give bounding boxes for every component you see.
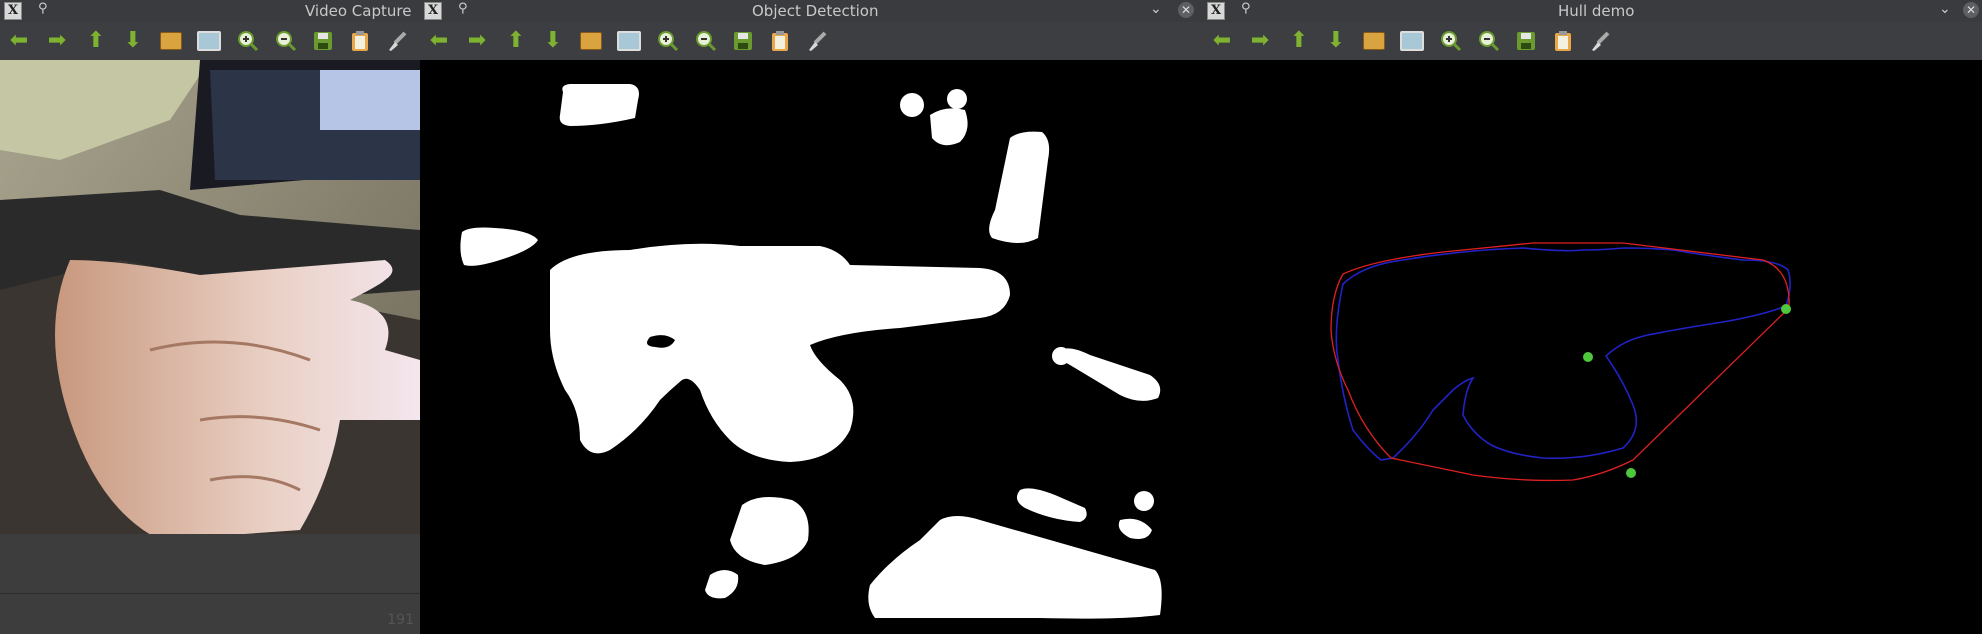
defect-point <box>1626 468 1636 478</box>
save-icon[interactable] <box>1513 29 1539 53</box>
zoom-original-icon[interactable] <box>1361 29 1387 53</box>
hull-demo-toolbar: ⬅ ➡ ⬆ ⬇ <box>1203 22 1982 61</box>
pan-down-icon[interactable]: ⬇ <box>1323 29 1349 53</box>
pin-icon[interactable]: ⚲ <box>1241 1 1251 16</box>
x-app-icon[interactable]: X <box>424 2 442 20</box>
hull-demo-window: X ⚲ Hull demo ⌄ ✕ ⬅ ➡ ⬆ ⬇ <box>1203 0 1982 634</box>
defect-point <box>1781 304 1791 314</box>
zoom-fit-icon[interactable] <box>1399 29 1425 53</box>
chevron-down-icon[interactable]: ⌄ <box>1150 1 1162 17</box>
zoom-original-icon[interactable] <box>578 29 604 53</box>
properties-brush-icon[interactable] <box>804 29 830 53</box>
pan-left-icon[interactable]: ⬅ <box>426 29 452 53</box>
window-title: Hull demo <box>1558 2 1635 20</box>
zoom-in-icon[interactable] <box>655 29 681 53</box>
video-capture-window: X ⚲ Video Capture ⬅ ➡ ⬆ ⬇ 191 <box>0 0 420 634</box>
copy-to-clipboard-icon[interactable] <box>347 29 373 53</box>
window-title: Object Detection <box>752 2 879 20</box>
hull-demo-titlebar: X ⚲ Hull demo ⌄ ✕ <box>1203 0 1982 22</box>
close-icon[interactable]: ✕ <box>1178 2 1194 18</box>
pan-down-icon[interactable]: ⬇ <box>540 29 566 53</box>
x-app-icon[interactable]: X <box>1207 2 1225 20</box>
pin-icon[interactable]: ⚲ <box>458 1 468 16</box>
pin-icon[interactable]: ⚲ <box>38 1 48 16</box>
chevron-down-icon[interactable]: ⌄ <box>1939 1 1951 17</box>
pan-up-icon[interactable]: ⬆ <box>83 29 109 53</box>
pixel-value-readout: 191 <box>387 612 414 628</box>
video-statusbar: 191 <box>0 593 420 634</box>
binary-mask-image[interactable] <box>420 60 1203 634</box>
close-icon[interactable]: ✕ <box>1963 2 1979 18</box>
zoom-in-icon[interactable] <box>235 29 261 53</box>
zoom-original-icon[interactable] <box>158 29 184 53</box>
pan-down-icon[interactable]: ⬇ <box>120 29 146 53</box>
pan-up-icon[interactable]: ⬆ <box>503 29 529 53</box>
properties-brush-icon[interactable] <box>1587 29 1613 53</box>
object-detection-window: X ⚲ Object Detection ⌄ ✕ ⬅ ➡ ⬆ ⬇ <box>420 0 1203 634</box>
window-title: Video Capture <box>305 2 412 20</box>
pan-up-icon[interactable]: ⬆ <box>1286 29 1312 53</box>
copy-to-clipboard-icon[interactable] <box>1550 29 1576 53</box>
pan-left-icon[interactable]: ⬅ <box>6 29 32 53</box>
pan-right-icon[interactable]: ➡ <box>44 29 70 53</box>
video-capture-toolbar: ⬅ ➡ ⬆ ⬇ <box>0 22 420 61</box>
video-frame[interactable] <box>0 60 420 594</box>
video-capture-titlebar: X ⚲ Video Capture <box>0 0 420 22</box>
zoom-in-icon[interactable] <box>1438 29 1464 53</box>
properties-brush-icon[interactable] <box>384 29 410 53</box>
zoom-out-icon[interactable] <box>693 29 719 53</box>
hull-image[interactable] <box>1203 60 1982 634</box>
x-app-icon[interactable]: X <box>4 2 22 20</box>
save-icon[interactable] <box>310 29 336 53</box>
zoom-fit-icon[interactable] <box>616 29 642 53</box>
zoom-out-icon[interactable] <box>1476 29 1502 53</box>
copy-to-clipboard-icon[interactable] <box>767 29 793 53</box>
pan-right-icon[interactable]: ➡ <box>1247 29 1273 53</box>
object-detection-toolbar: ⬅ ➡ ⬆ ⬇ <box>420 22 1203 61</box>
defect-point <box>1583 352 1593 362</box>
save-icon[interactable] <box>730 29 756 53</box>
object-detection-titlebar: X ⚲ Object Detection ⌄ ✕ <box>420 0 1203 22</box>
zoom-out-icon[interactable] <box>273 29 299 53</box>
pan-right-icon[interactable]: ➡ <box>464 29 490 53</box>
zoom-fit-icon[interactable] <box>196 29 222 53</box>
pan-left-icon[interactable]: ⬅ <box>1209 29 1235 53</box>
